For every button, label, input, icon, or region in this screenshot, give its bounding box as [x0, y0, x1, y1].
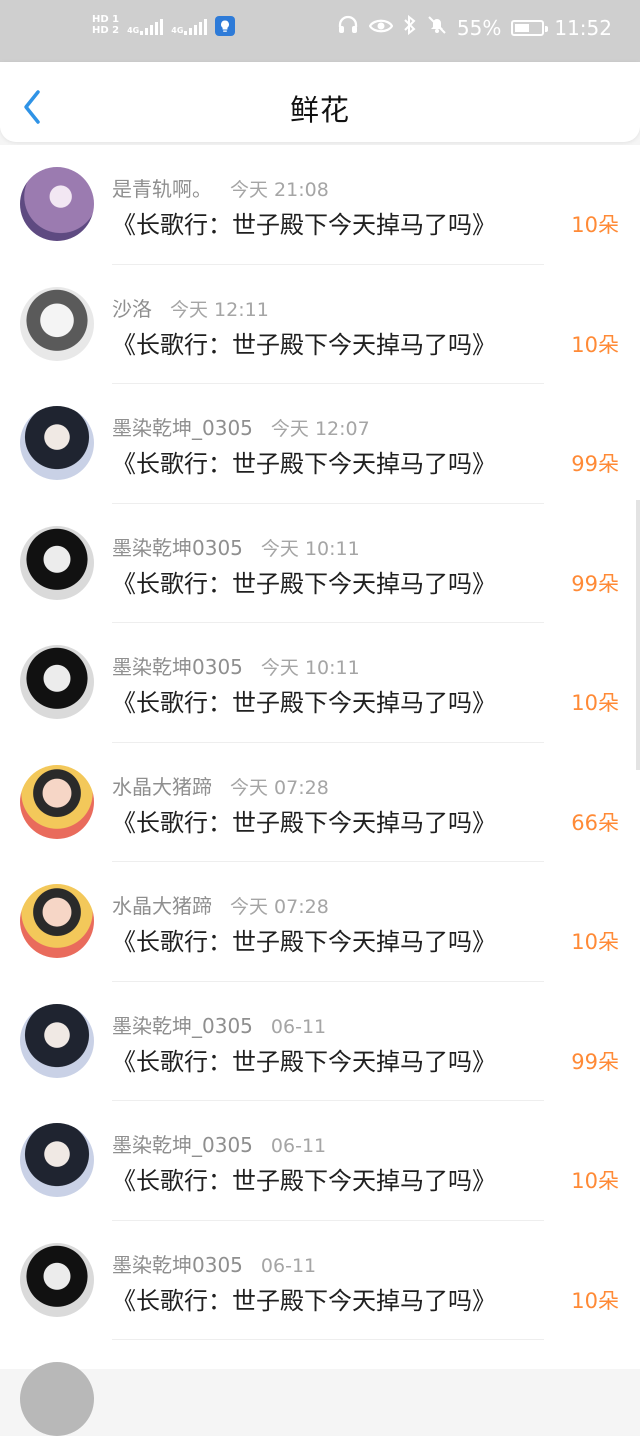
- list-item[interactable]: 墨染乾坤0305 今天 10:11 《长歌行：世子殿下今天掉马了吗》 99朵: [0, 503, 640, 623]
- signal-bars-icon: [184, 17, 208, 35]
- user-name[interactable]: 墨染乾坤_0305: [112, 416, 253, 440]
- net2-label: 4G: [171, 26, 184, 35]
- avatar[interactable]: [20, 167, 94, 241]
- net1-label: 4G: [127, 26, 140, 35]
- book-title[interactable]: 《长歌行：世子殿下今天掉马了吗》: [112, 922, 496, 957]
- name-line: 墨染乾坤_0305 今天 12:07: [112, 412, 370, 441]
- flower-count: 99朵: [571, 1049, 619, 1074]
- partial-next-row: [0, 1340, 640, 1436]
- book-title[interactable]: 《长歌行：世子殿下今天掉马了吗》: [112, 803, 496, 838]
- name-line: 墨染乾坤0305 06-11: [112, 1249, 316, 1278]
- status-right: 55% 11:52: [337, 14, 612, 41]
- signal-1: 4G: [127, 17, 164, 35]
- signal-2: 4G: [171, 17, 208, 35]
- book-title[interactable]: 《长歌行：世子殿下今天掉马了吗》: [112, 564, 496, 599]
- timestamp: 今天 12:11: [170, 298, 269, 321]
- user-name[interactable]: 是青轨啊。: [112, 177, 212, 201]
- user-name[interactable]: 墨染乾坤0305: [112, 1253, 243, 1277]
- scrollbar[interactable]: [636, 500, 640, 770]
- hd2-label: HD 2: [92, 25, 120, 36]
- name-line: 水晶大猪蹄 今天 07:28: [112, 771, 329, 800]
- flower-count: 10朵: [571, 1169, 619, 1193]
- flower-count: 99朵: [571, 452, 619, 476]
- user-name[interactable]: 墨染乾坤_0305: [112, 1014, 253, 1038]
- name-line: 墨染乾坤_0305 06-11: [112, 1129, 326, 1158]
- avatar[interactable]: [20, 286, 94, 361]
- timestamp: 06-11: [270, 1015, 327, 1038]
- hd-indicators: HD 1 HD 2: [92, 15, 119, 37]
- headphones-icon: [337, 14, 359, 41]
- user-name[interactable]: 墨染乾坤_0305: [112, 1133, 253, 1157]
- bulb-icon: [215, 16, 236, 36]
- clock: 11:52: [554, 15, 612, 40]
- book-title[interactable]: 《长歌行：世子殿下今天掉马了吗》: [112, 1281, 496, 1316]
- timestamp: 今天 07:28: [230, 896, 329, 918]
- list-item[interactable]: 水晶大猪蹄 今天 07:28 《长歌行：世子殿下今天掉马了吗》 10朵: [0, 862, 640, 982]
- list-item[interactable]: 墨染乾坤_0305 06-11 《长歌行：世子殿下今天掉马了吗》 99朵: [0, 981, 640, 1101]
- flower-list[interactable]: 是青轨啊。 今天 21:08 《长歌行：世子殿下今天掉马了吗》 10朵 沙洛 今天 12:…: [0, 145, 640, 1340]
- timestamp: 今天 12:07: [270, 418, 370, 440]
- header: 鲜花: [0, 62, 640, 142]
- page-title: 鲜花: [289, 93, 350, 127]
- name-line: 是青轨啊。 今天 21:08: [112, 173, 329, 202]
- eye-icon: [368, 16, 394, 40]
- name-line: 墨染乾坤_0305 06-11: [112, 1010, 326, 1039]
- name-line: 墨染乾坤0305 今天 10:11: [112, 651, 360, 680]
- user-name[interactable]: 沙洛: [112, 297, 152, 321]
- avatar[interactable]: [20, 884, 94, 958]
- timestamp: 06-11: [270, 1135, 327, 1157]
- avatar[interactable]: [20, 645, 94, 719]
- bell-mute-icon: [427, 15, 447, 40]
- flower-count: 10朵: [571, 213, 619, 237]
- signal-bars-icon: [140, 17, 164, 35]
- avatar[interactable]: [20, 1123, 94, 1197]
- battery-icon: [511, 19, 549, 36]
- bluetooth-icon: [403, 14, 417, 40]
- avatar[interactable]: [20, 1242, 94, 1317]
- book-title[interactable]: 《长歌行：世子殿下今天掉马了吗》: [112, 1161, 496, 1196]
- list-item[interactable]: 墨染乾坤0305 06-11 《长歌行：世子殿下今天掉马了吗》 10朵: [0, 1220, 640, 1340]
- timestamp: 今天 10:11: [260, 657, 360, 679]
- user-name[interactable]: 墨染乾坤0305: [112, 536, 243, 560]
- flower-count: 10朵: [571, 1288, 619, 1313]
- book-title[interactable]: 《长歌行：世子殿下今天掉马了吗》: [112, 683, 496, 718]
- flower-count: 10朵: [571, 332, 619, 357]
- list-item[interactable]: 墨染乾坤0305 今天 10:11 《长歌行：世子殿下今天掉马了吗》 10朵: [0, 623, 640, 743]
- avatar[interactable]: [20, 764, 94, 839]
- list-item[interactable]: 墨染乾坤_0305 今天 12:07 《长歌行：世子殿下今天掉马了吗》 99朵: [0, 384, 640, 504]
- battery-fill: [515, 23, 530, 32]
- timestamp: 今天 21:08: [230, 179, 329, 201]
- timestamp: 06-11: [260, 1254, 317, 1277]
- list-item[interactable]: 墨染乾坤_0305 06-11 《长歌行：世子殿下今天掉马了吗》 10朵: [0, 1101, 640, 1221]
- timestamp: 今天 07:28: [230, 776, 329, 799]
- flower-count: 66朵: [571, 810, 619, 835]
- avatar[interactable]: [20, 1362, 94, 1436]
- name-line: 水晶大猪蹄 今天 07:28: [112, 890, 329, 919]
- name-line: 墨染乾坤0305 今天 10:11: [112, 532, 360, 561]
- flower-count: 10朵: [571, 930, 619, 954]
- book-title[interactable]: 《长歌行：世子殿下今天掉马了吗》: [112, 1042, 496, 1077]
- avatar[interactable]: [20, 1003, 94, 1078]
- user-name[interactable]: 墨染乾坤0305: [112, 655, 243, 679]
- list-item[interactable]: 是青轨啊。 今天 21:08 《长歌行：世子殿下今天掉马了吗》 10朵: [0, 145, 640, 265]
- list-item[interactable]: 水晶大猪蹄 今天 07:28 《长歌行：世子殿下今天掉马了吗》 66朵: [0, 742, 640, 862]
- book-title[interactable]: 《长歌行：世子殿下今天掉马了吗》: [112, 444, 496, 479]
- status-bar: HD 1 HD 2 4G 4G 55% 11:52: [0, 0, 640, 62]
- book-title[interactable]: 《长歌行：世子殿下今天掉马了吗》: [112, 325, 496, 360]
- list-item[interactable]: 沙洛 今天 12:11 《长歌行：世子殿下今天掉马了吗》 10朵: [0, 264, 640, 384]
- user-name[interactable]: 水晶大猪蹄: [112, 894, 212, 918]
- avatar[interactable]: [20, 406, 94, 480]
- flower-count: 10朵: [571, 691, 619, 715]
- book-title[interactable]: 《长歌行：世子殿下今天掉马了吗》: [112, 205, 496, 240]
- avatar[interactable]: [20, 525, 94, 600]
- flower-count: 99朵: [571, 571, 619, 596]
- timestamp: 今天 10:11: [260, 537, 360, 560]
- user-name[interactable]: 水晶大猪蹄: [112, 775, 212, 799]
- battery-percent: 55%: [456, 15, 502, 40]
- name-line: 沙洛 今天 12:11: [112, 293, 269, 322]
- status-left: HD 1 HD 2 4G 4G: [92, 15, 236, 37]
